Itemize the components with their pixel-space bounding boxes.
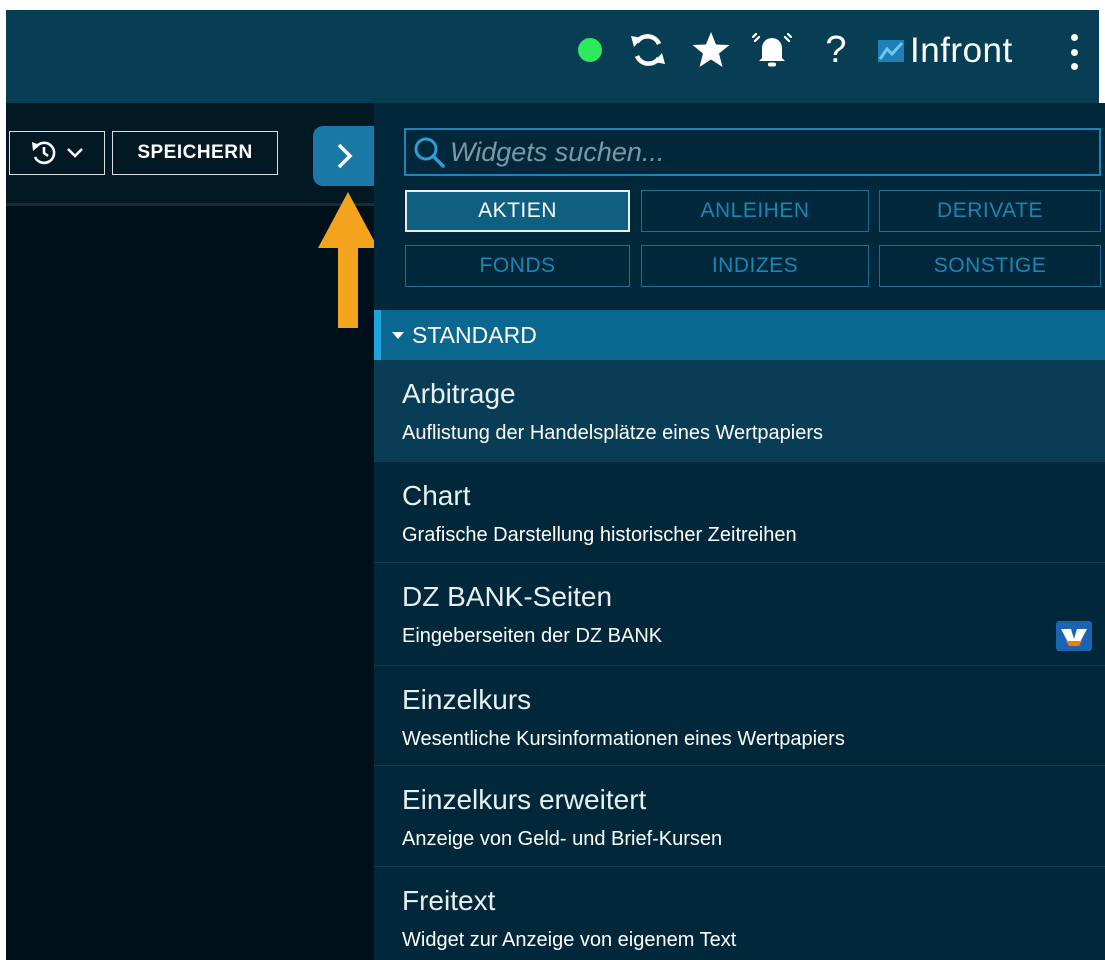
caret-down-icon [392, 331, 404, 339]
section-title: STANDARD [412, 321, 537, 348]
status-dot-icon [578, 38, 602, 62]
tab-aktien[interactable]: AKTIEN [405, 190, 630, 232]
kebab-menu-icon[interactable] [1062, 34, 1086, 70]
widget-description: Eingeberseiten der DZ BANK [402, 625, 663, 647]
help-icon[interactable]: ? [818, 30, 854, 70]
widget-title: Einzelkurs erweitert [402, 784, 647, 815]
widget-description: Widget zur Anzeige von eigenem Text [402, 929, 737, 951]
infront-brand: Infront [878, 30, 1013, 72]
widget-description: Wesentliche Kursinformationen eines Wert… [402, 728, 845, 750]
widget-description: Anzeige von Geld- und Brief-Kursen [402, 828, 723, 850]
tab-derivate[interactable]: DERIVATE [879, 190, 1101, 232]
dz-bank-logo-icon [1056, 621, 1092, 651]
widget-title: DZ BANK-Seiten [402, 581, 613, 612]
widget-title: Freitext [402, 885, 496, 916]
section-header-standard[interactable]: STANDARD [374, 310, 1105, 360]
widget-title: Einzelkurs [402, 684, 532, 715]
chevron-down-icon [66, 147, 84, 159]
bell-icon[interactable] [752, 30, 792, 70]
expand-panel-button[interactable] [313, 126, 377, 186]
widget-search-input[interactable] [450, 136, 1070, 168]
tab-anleihen[interactable]: ANLEIHEN [641, 190, 869, 232]
widget-description: Grafische Darstellung historischer Zeitr… [402, 524, 797, 546]
star-icon[interactable] [690, 30, 732, 70]
widget-item-chart[interactable]: Chart Grafische Darstellung historischer… [374, 462, 1105, 563]
widget-item-freitext[interactable]: Freitext Widget zur Anzeige von eigenem … [374, 867, 1105, 960]
tab-indizes[interactable]: INDIZES [641, 245, 869, 287]
widget-item-dz-bank-seiten[interactable]: DZ BANK-Seiten Eingeberseiten der DZ BAN… [374, 563, 1105, 666]
tab-fonds[interactable]: FONDS [405, 245, 630, 287]
app-frame: ? Infront SPEICHERN Widgets suchen... AK… [0, 0, 1105, 960]
widget-description: Auflistung der Handelsplätze eines Wertp… [402, 422, 823, 444]
widget-title: Arbitrage [402, 378, 516, 409]
widget-search-box[interactable] [404, 128, 1101, 176]
infront-logo-icon [878, 40, 904, 62]
widget-title: Chart [402, 480, 471, 511]
widget-item-einzelkurs-erweitert[interactable]: Einzelkurs erweitert Anzeige von Geld- u… [374, 766, 1105, 867]
widget-item-arbitrage[interactable]: Arbitrage Auflistung der Handelsplätze e… [374, 360, 1105, 462]
search-icon [412, 135, 446, 169]
save-button[interactable]: SPEICHERN [112, 131, 278, 175]
brand-name: Infront [910, 31, 1013, 70]
tab-sonstige[interactable]: SONSTIGE [879, 245, 1101, 287]
annotation-arrow-icon [316, 190, 380, 330]
widget-item-einzelkurs[interactable]: Einzelkurs Wesentliche Kursinformationen… [374, 666, 1105, 766]
chevron-right-icon [335, 142, 355, 170]
history-icon [30, 139, 58, 167]
history-dropdown-button[interactable] [9, 131, 105, 175]
refresh-icon[interactable] [628, 30, 668, 70]
